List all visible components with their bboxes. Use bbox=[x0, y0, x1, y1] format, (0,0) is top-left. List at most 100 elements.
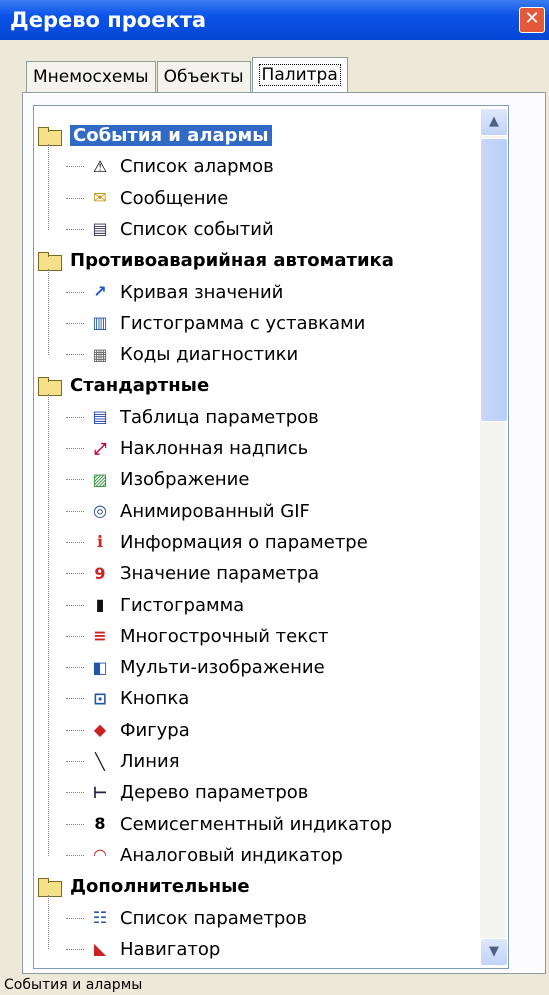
tree-category[interactable]: Противоаварийная автоматика bbox=[38, 245, 394, 276]
tree-connector bbox=[66, 510, 84, 512]
seven-segment-icon: 8 bbox=[94, 814, 106, 834]
item-label: Кнопка bbox=[120, 688, 190, 710]
tab-objects[interactable]: Объекты bbox=[156, 61, 251, 92]
tree-item[interactable]: ⤢ Наклонная надпись bbox=[66, 433, 308, 464]
tree-category[interactable]: Дополнительные bbox=[38, 871, 250, 902]
tree-connector bbox=[66, 416, 84, 418]
image-icon: ▨ bbox=[92, 469, 108, 489]
tree-connector bbox=[66, 792, 84, 794]
scroll-thumb[interactable] bbox=[480, 138, 508, 422]
tree-category[interactable]: События и алармы bbox=[38, 120, 272, 151]
tree-connector bbox=[66, 291, 84, 293]
item-label: Гистограмма с уставками bbox=[120, 312, 366, 334]
title-bar: Дерево проекта ✕ bbox=[0, 0, 549, 40]
tree-connector bbox=[66, 354, 84, 356]
tree-connector bbox=[66, 228, 84, 230]
item-label: Фигура bbox=[120, 719, 190, 741]
item-label: Сообщение bbox=[120, 187, 229, 209]
parameter-table-icon: ▤ bbox=[92, 407, 108, 427]
tree-item[interactable]: ▮ Гистограмма bbox=[66, 590, 244, 621]
multi-image-icon: ◧ bbox=[92, 657, 108, 677]
shape-icon: ◆ bbox=[93, 720, 107, 740]
tree-item[interactable]: ⚠ Список алармов bbox=[66, 151, 274, 182]
tree-connector bbox=[66, 761, 84, 762]
line-icon: ╲ bbox=[95, 751, 105, 771]
button-icon: ⊡ bbox=[93, 688, 107, 708]
window-title: Дерево проекта bbox=[10, 8, 207, 32]
tree-item[interactable]: ≡ Многострочный текст bbox=[66, 621, 328, 652]
parameter-list-icon: ☷ bbox=[92, 908, 108, 927]
tab-mnemoschemes[interactable]: Мнемосхемы bbox=[26, 61, 156, 92]
tree-item[interactable]: ▤ Таблица параметров bbox=[66, 402, 319, 433]
tree-item[interactable]: ✉ Сообщение bbox=[66, 183, 228, 214]
tree-item[interactable]: ⊡ Кнопка bbox=[66, 683, 189, 714]
category-label: Дополнительные bbox=[70, 876, 250, 898]
tree-item[interactable]: ↗ Кривая значений bbox=[66, 277, 283, 308]
tree-item[interactable]: ◣ Навигатор bbox=[66, 934, 220, 965]
palette-tree[interactable]: События и алармы ⚠ Список алармов ✉ Сообщени… bbox=[33, 105, 509, 969]
close-icon: ✕ bbox=[524, 8, 540, 29]
tree-item[interactable]: ⊢ Дерево параметров bbox=[66, 777, 308, 808]
tab-palette[interactable]: Палитра bbox=[251, 57, 348, 92]
tree-item[interactable]: ☷ Список параметров bbox=[66, 903, 307, 934]
histogram-icon: ▮ bbox=[95, 595, 105, 614]
item-label: Многострочный текст bbox=[120, 625, 329, 647]
item-label: Список алармов bbox=[120, 156, 274, 178]
tree-connector bbox=[66, 541, 84, 543]
tree-item[interactable]: ◠ Аналоговый индикатор bbox=[66, 840, 343, 871]
animated-gif-icon: ◎ bbox=[93, 501, 107, 521]
tree-connector bbox=[66, 573, 84, 575]
tree-connector bbox=[66, 729, 84, 731]
item-label: Семисегментный индикатор bbox=[120, 813, 393, 835]
tree-connector bbox=[66, 698, 84, 700]
parameter-tree-icon: ⊢ bbox=[92, 782, 108, 802]
tree-connector bbox=[66, 854, 84, 856]
scroll-up-button[interactable]: ▲ bbox=[480, 108, 508, 136]
item-label: Навигатор bbox=[120, 938, 221, 960]
scroll-down-button[interactable]: ▼ bbox=[480, 938, 508, 966]
close-button[interactable]: ✕ bbox=[519, 7, 545, 33]
folder-icon bbox=[38, 251, 62, 271]
item-label: Дерево параметров bbox=[120, 782, 309, 804]
tree-category[interactable]: Стандартные bbox=[38, 370, 209, 401]
vertical-scrollbar[interactable]: ▲ ▼ bbox=[480, 108, 508, 966]
tree-vertical-line bbox=[48, 269, 49, 355]
tree-item[interactable]: ◎ Анимированный GIF bbox=[66, 496, 310, 527]
tree-item[interactable]: ℹ Информация о параметре bbox=[66, 527, 368, 558]
item-label: Информация о параметре bbox=[120, 531, 368, 553]
tree-item[interactable]: ◧ Мульти-изображение bbox=[66, 652, 325, 683]
parameter-value-icon: 9 bbox=[94, 563, 106, 583]
value-curve-icon: ↗ bbox=[93, 282, 107, 301]
folder-icon bbox=[38, 126, 62, 146]
item-label: Анимированный GIF bbox=[120, 500, 310, 522]
tree-vertical-line bbox=[48, 394, 49, 856]
item-label: Наклонная надпись bbox=[120, 438, 309, 459]
category-label: Противоаварийная автоматика bbox=[70, 250, 394, 272]
item-label: Список параметров bbox=[120, 907, 307, 929]
item-label: Линия bbox=[120, 751, 180, 772]
tree-item[interactable]: ▦ Коды диагностики bbox=[66, 339, 298, 370]
item-label: Аналоговый индикатор bbox=[120, 844, 343, 866]
tree-vertical-line bbox=[48, 895, 49, 950]
tree-item[interactable]: 8 Семисегментный индикатор bbox=[66, 809, 392, 840]
item-label: Список событий bbox=[120, 218, 274, 240]
item-label: Гистограмма bbox=[120, 594, 245, 616]
tree-connector bbox=[66, 948, 84, 950]
tree-item[interactable]: ▥ Гистограмма с уставками bbox=[66, 308, 365, 339]
tree-item[interactable]: 9 Значение параметра bbox=[66, 558, 319, 589]
tree-connector bbox=[66, 667, 84, 669]
item-label: Таблица параметров bbox=[120, 406, 319, 428]
item-label: Значение параметра bbox=[120, 563, 320, 585]
tree-item[interactable]: ╲ Линия bbox=[66, 746, 180, 777]
analog-gauge-icon: ◠ bbox=[93, 845, 107, 865]
folder-icon bbox=[38, 376, 62, 396]
histogram-setpoints-icon: ▥ bbox=[92, 313, 108, 333]
tab-strip: Мнемосхемы Объекты Палитра bbox=[26, 57, 349, 92]
tree-item[interactable]: ▨ Изображение bbox=[66, 464, 249, 495]
status-bar: События и алармы bbox=[4, 977, 143, 993]
tree-item[interactable]: ▤ Список событий bbox=[66, 214, 274, 245]
tree-connector bbox=[66, 197, 84, 199]
tree-item[interactable]: ◆ Фигура bbox=[66, 715, 190, 746]
item-label: Изображение bbox=[120, 469, 250, 491]
category-label: События и алармы bbox=[70, 125, 272, 146]
